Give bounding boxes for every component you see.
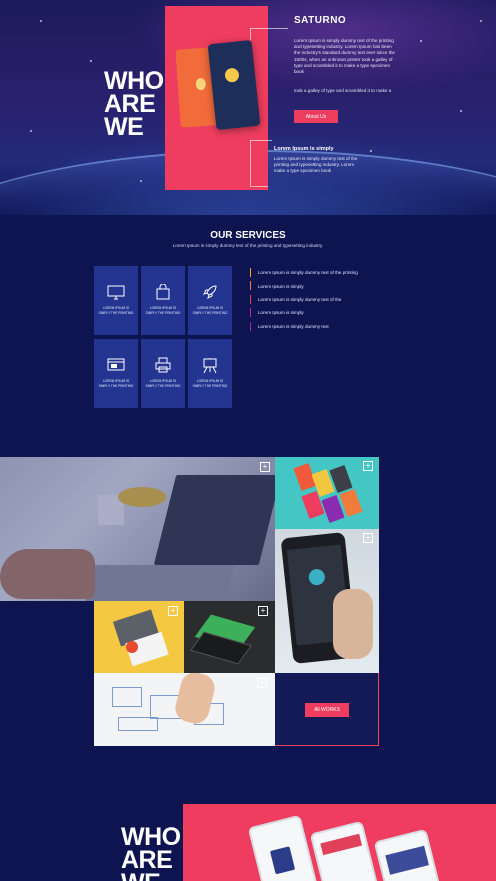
service-label: LOREM IPSUM IS SIMPLY THE PRINTING xyxy=(145,306,181,315)
plus-icon[interactable]: + xyxy=(168,606,178,616)
list-marker xyxy=(250,308,251,318)
service-tile[interactable]: LOREM IPSUM IS SIMPLY THE PRINTING xyxy=(94,266,138,335)
hero-heading: WHO ARE WE xyxy=(104,67,164,141)
list-item-text: Lorem Ipsum is simply dummy text of the … xyxy=(258,270,358,276)
hero-section: WHO ARE WE SATURNO Lorem Ipsum is simply… xyxy=(0,0,496,215)
list-item: Lorem Ipsum is simply xyxy=(250,306,380,319)
service-tile[interactable]: LOREM IPSUM IS SIMPLY THE PRINTING xyxy=(188,339,232,408)
service-tile[interactable]: LOREM IPSUM IS SIMPLY THE PRINTING xyxy=(188,266,232,335)
list-item: Lorem Ipsum is simply dummy text of the xyxy=(250,293,380,306)
printer-icon xyxy=(154,357,172,373)
app-mockup-phone xyxy=(373,828,447,881)
service-label: LOREM IPSUM IS SIMPLY THE PRINTING xyxy=(98,379,134,388)
brand-title: SATURNO xyxy=(294,15,347,26)
service-label: LOREM IPSUM IS SIMPLY THE PRINTING xyxy=(192,306,228,315)
monitor-icon xyxy=(107,284,125,300)
portfolio-item-laptop[interactable]: + xyxy=(0,457,275,601)
services-title: OUR SERVICES xyxy=(210,230,286,241)
portfolio-item-sketch[interactable]: + xyxy=(94,673,275,746)
services-list: Lorem Ipsum is simply dummy text of the … xyxy=(250,266,380,333)
portfolio-item-business-cards[interactable]: + xyxy=(94,601,184,673)
hero-paragraph: Lorem Ipsum is simply dummy text of the … xyxy=(294,38,395,75)
list-marker xyxy=(250,294,251,304)
plus-icon[interactable]: + xyxy=(363,461,373,471)
bottom-pink-panel xyxy=(183,804,496,881)
portfolio-item-cards[interactable]: + xyxy=(275,457,379,529)
page: WHO ARE WE SATURNO Lorem Ipsum is simply… xyxy=(0,0,496,881)
plus-icon[interactable]: + xyxy=(257,678,267,688)
feature-text: Lorem Ipsum is simply dummy text of the … xyxy=(274,156,358,174)
divider xyxy=(250,28,288,29)
divider xyxy=(250,140,251,186)
portfolio-item-app-screens[interactable]: + xyxy=(184,601,275,673)
plus-icon[interactable]: + xyxy=(258,606,268,616)
app-mockup-phone xyxy=(309,820,383,881)
divider xyxy=(250,28,251,40)
bottom-heading: WHO ARE WE xyxy=(121,823,181,881)
list-marker xyxy=(250,281,251,291)
list-marker xyxy=(250,268,251,277)
all-works-button[interactable]: All WORKS xyxy=(305,703,349,717)
portfolio-item-phone[interactable]: + xyxy=(275,529,379,673)
list-item-text: Lorem Ipsum is simply xyxy=(258,310,304,316)
service-tile[interactable]: LOREM IPSUM IS SIMPLY THE PRINTING xyxy=(141,266,185,335)
about-us-button[interactable]: About Us xyxy=(294,110,338,123)
hero-paragraph-2: took a galley of type and scrambled it t… xyxy=(294,88,392,93)
divider xyxy=(250,140,272,141)
app-mockup-phone xyxy=(207,39,261,131)
service-tile[interactable]: LOREM IPSUM IS SIMPLY THE PRINTING xyxy=(94,339,138,408)
app-mockup-phone xyxy=(247,814,321,881)
list-item-text: Lorem Ipsum is simply dummy text xyxy=(258,323,329,329)
services-grid: LOREM IPSUM IS SIMPLY THE PRINTING LOREM… xyxy=(94,266,232,409)
browser-icon xyxy=(107,357,125,373)
list-item-text: Lorem Ipsum is simply xyxy=(258,283,304,289)
all-works-panel: All WORKS xyxy=(275,673,379,746)
list-marker xyxy=(250,321,251,331)
service-label: LOREM IPSUM IS SIMPLY THE PRINTING xyxy=(192,379,228,388)
plus-icon[interactable]: + xyxy=(363,533,373,543)
shopping-bag-icon xyxy=(154,284,172,300)
list-item: Lorem Ipsum is simply dummy text xyxy=(250,320,380,333)
services-subtitle: Lorem Ipsum is simply dummy text of the … xyxy=(172,243,324,248)
service-label: LOREM IPSUM IS SIMPLY THE PRINTING xyxy=(98,306,134,315)
list-item: Lorem Ipsum is simply xyxy=(250,279,380,292)
plus-icon[interactable]: + xyxy=(260,462,270,472)
easel-icon xyxy=(201,357,219,373)
feature-title: Lorem Ipsum is simply xyxy=(274,146,334,152)
service-tile[interactable]: LOREM IPSUM IS SIMPLY THE PRINTING xyxy=(141,339,185,408)
divider xyxy=(250,186,268,187)
service-label: LOREM IPSUM IS SIMPLY THE PRINTING xyxy=(145,379,181,388)
list-item: Lorem Ipsum is simply dummy text of the … xyxy=(250,266,380,279)
rocket-icon xyxy=(201,284,219,300)
list-item-text: Lorem Ipsum is simply dummy text of the xyxy=(258,296,342,302)
